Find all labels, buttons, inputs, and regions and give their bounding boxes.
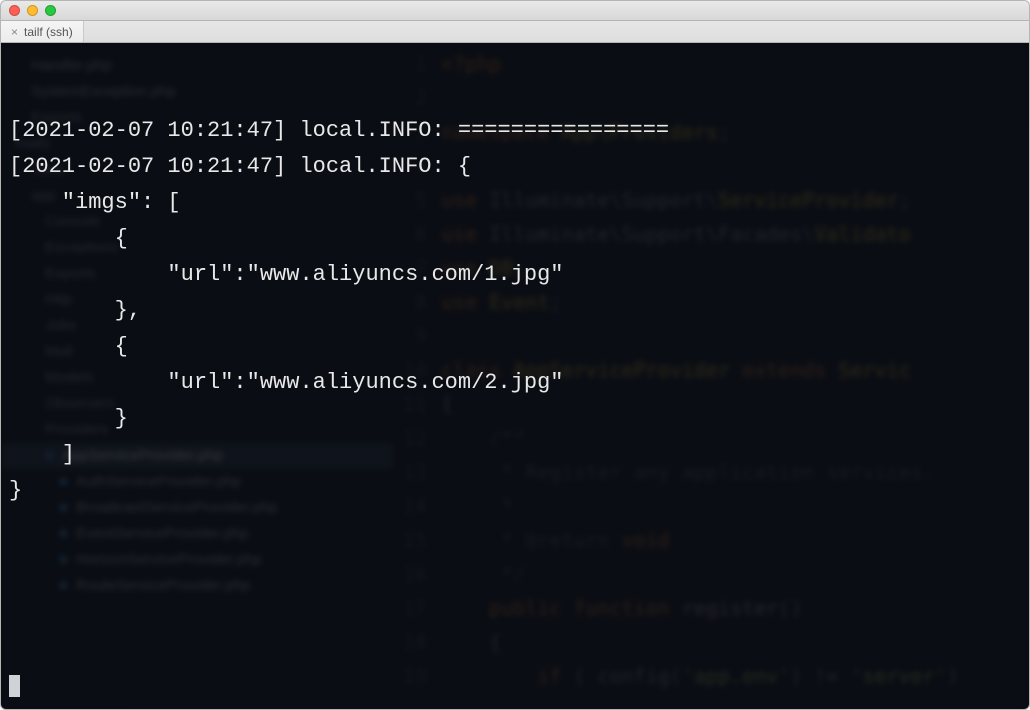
terminal-output[interactable]: [2021-02-07 10:21:47] local.INFO: ======…	[1, 43, 1029, 710]
minimize-window-button[interactable]	[27, 5, 38, 16]
window-controls	[9, 5, 56, 16]
tab-close-icon[interactable]: ×	[11, 25, 18, 39]
close-window-button[interactable]	[9, 5, 20, 16]
titlebar[interactable]	[1, 1, 1029, 21]
tab-tailf-ssh[interactable]: × tailf (ssh)	[1, 21, 84, 42]
zoom-window-button[interactable]	[45, 5, 56, 16]
terminal-cursor	[9, 675, 20, 697]
terminal-window: × tailf (ssh) Handler.phpSystemException…	[0, 0, 1030, 710]
content-area: Handler.phpSystemException.phpExportsmai…	[1, 43, 1029, 710]
tab-bar[interactable]: × tailf (ssh)	[1, 21, 1029, 43]
tab-title: tailf (ssh)	[24, 25, 73, 39]
